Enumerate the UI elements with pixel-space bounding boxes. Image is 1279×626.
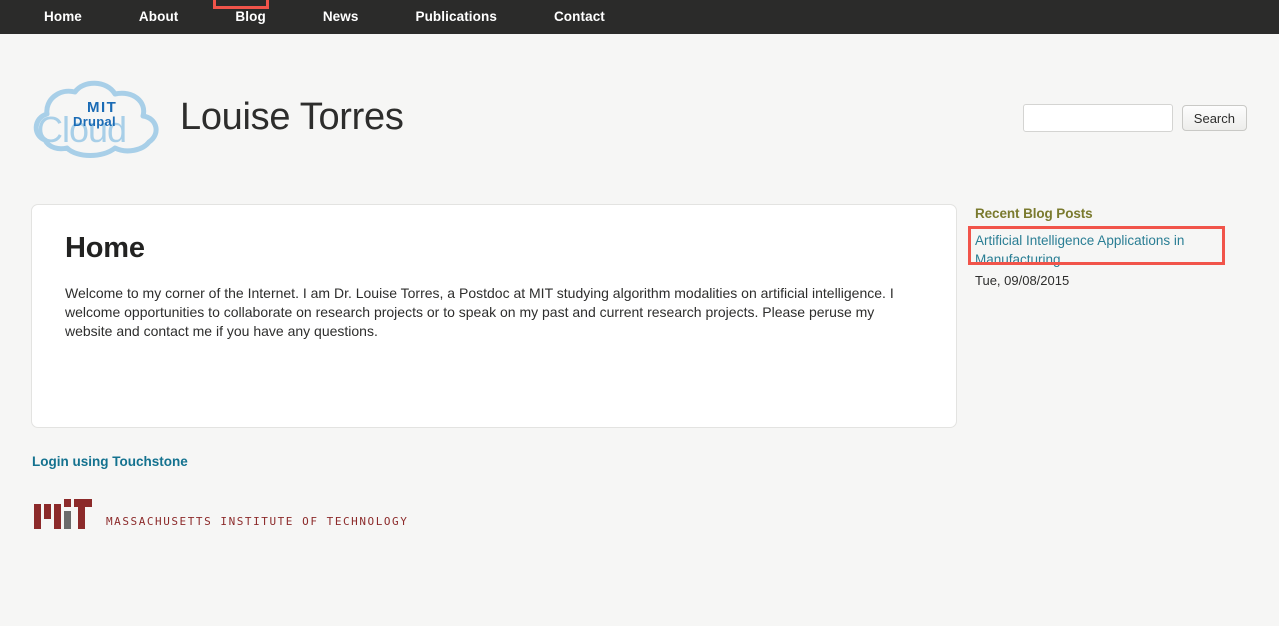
blog-highlight-box <box>213 0 270 9</box>
recent-blog-post-date: Tue, 09/08/2015 <box>975 273 1070 288</box>
top-navigation-bar: Home About Blog News Publications Contac… <box>0 0 1279 34</box>
mit-footer: MASSACHUSETTS INSTITUTE OF TECHNOLOGY <box>34 499 408 529</box>
search-area: Search <box>1022 104 1247 132</box>
mit-wordmark-text: MASSACHUSETTS INSTITUTE OF TECHNOLOGY <box>106 515 409 528</box>
sidebar-title: Recent Blog Posts <box>975 206 1093 221</box>
mit-logo-icon <box>34 499 92 529</box>
nav-item-publications[interactable]: Publications <box>415 0 496 34</box>
search-button[interactable]: Search <box>1181 105 1247 131</box>
recent-blog-post-item: Artificial Intelligence Applications in … <box>968 226 1235 288</box>
nav-item-blog[interactable]: Blog <box>213 0 270 34</box>
mit-drupal-cloud-logo[interactable]: Cloud MIT Drupal <box>31 78 167 164</box>
nav-item-contact[interactable]: Contact <box>554 0 605 34</box>
brand-block: Cloud MIT Drupal Louise Torres <box>31 78 404 164</box>
nav-item-blog-label: Blog <box>235 9 266 24</box>
main-content-card: Home Welcome to my corner of the Interne… <box>31 204 957 428</box>
sidebar-recent-blog-posts: Recent Blog Posts Artificial Intelligenc… <box>968 206 1235 288</box>
site-header: Cloud MIT Drupal Louise Torres Search <box>0 34 1279 196</box>
nav-item-about[interactable]: About <box>139 0 178 34</box>
search-input[interactable] <box>1022 104 1173 132</box>
recent-blog-post-link[interactable]: Artificial Intelligence Applications in … <box>975 232 1211 269</box>
login-using-touchstone-link[interactable]: Login using Touchstone <box>32 454 188 469</box>
nav-item-news[interactable]: News <box>323 0 359 34</box>
page-title: Home <box>65 232 145 264</box>
nav-list: Home About Blog News Publications Contac… <box>44 0 605 34</box>
site-title: Louise Torres <box>180 96 404 138</box>
nav-item-home[interactable]: Home <box>44 0 82 34</box>
svg-text:Drupal: Drupal <box>73 114 116 129</box>
page-body-text: Welcome to my corner of the Internet. I … <box>65 285 894 339</box>
